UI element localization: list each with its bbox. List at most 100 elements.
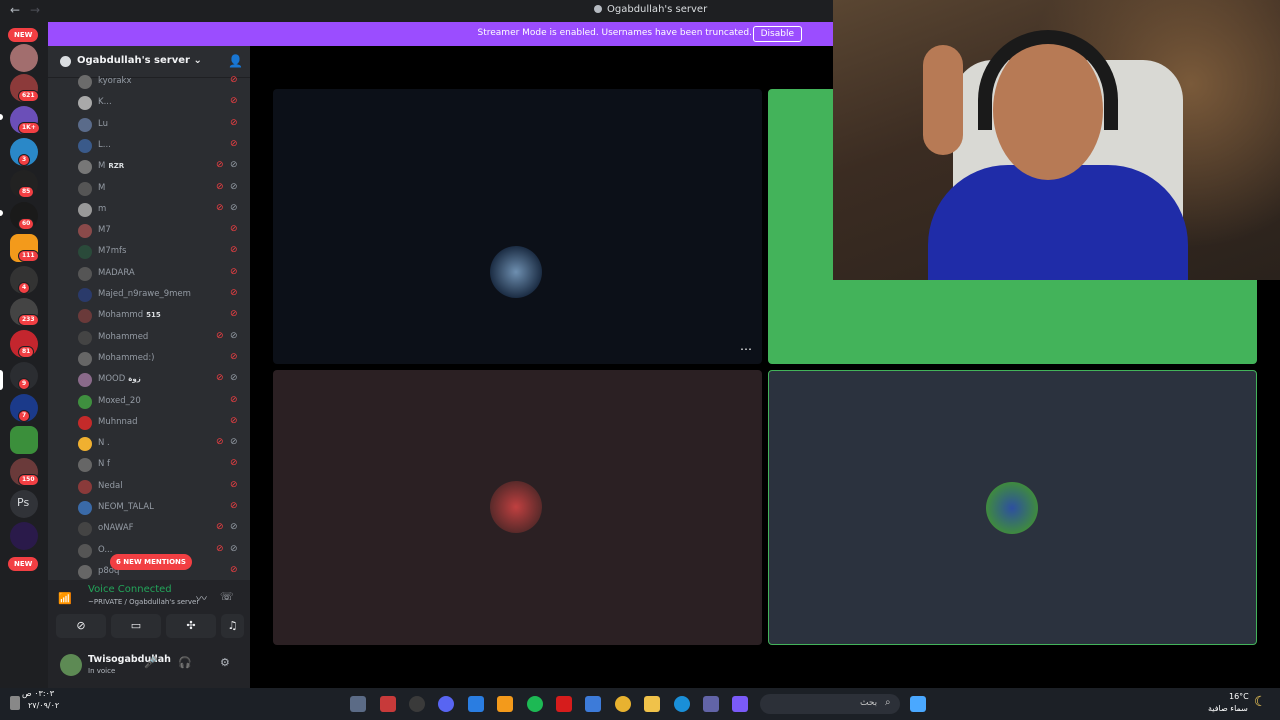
- voice-member-row[interactable]: Muhnnad ⊘: [76, 413, 244, 433]
- edge-icon[interactable]: [674, 696, 690, 712]
- voice-member-row[interactable]: Majed_n9rawe_9mem ⊘: [76, 285, 244, 305]
- server-name[interactable]: Ogabdullah's server ⌄: [77, 55, 202, 66]
- new-mentions-pill[interactable]: 6 NEW MENTIONS: [110, 554, 192, 570]
- headphones-off-icon: ⊘: [230, 543, 238, 554]
- app-icon[interactable]: [409, 696, 425, 712]
- headphones-off-icon: ⊘: [230, 522, 238, 533]
- teams-icon[interactable]: [703, 696, 719, 712]
- weather-condition[interactable]: سماء صافية: [1208, 704, 1248, 713]
- member-name: NEOM_TALAL: [98, 502, 154, 512]
- app-icon[interactable]: [497, 696, 513, 712]
- camera-toggle-button[interactable]: ⊘: [56, 614, 106, 638]
- video-tile-speaking[interactable]: [768, 370, 1257, 645]
- voice-member-row[interactable]: Mohammed ⊘ ⊘: [76, 328, 244, 348]
- noise-suppression-icon[interactable]: 〰: [196, 590, 207, 606]
- unread-badge: 621: [18, 90, 39, 102]
- spotify-icon[interactable]: [527, 696, 543, 712]
- new-unreads-pill[interactable]: NEW: [8, 557, 39, 571]
- member-name: oNAWAF: [98, 523, 134, 534]
- avatar: [78, 96, 92, 111]
- avatar: [78, 138, 92, 153]
- server-icon[interactable]: [10, 426, 38, 454]
- voice-member-row[interactable]: oNAWAF ⊘ ⊘: [76, 519, 244, 539]
- participant-avatar: [986, 482, 1038, 534]
- voice-member-row[interactable]: m ⊘ ⊘: [76, 200, 244, 220]
- voice-member-row[interactable]: N f ⊘: [76, 455, 244, 475]
- weather-temperature[interactable]: 16°C: [1229, 692, 1249, 701]
- discord-icon[interactable]: [438, 696, 454, 712]
- member-name: N f: [98, 459, 111, 470]
- more-options-icon[interactable]: ⋯: [740, 342, 752, 356]
- raised-hand: [923, 45, 963, 155]
- app-icon[interactable]: [556, 696, 572, 712]
- muted-mic-icon: ⊘: [230, 351, 238, 362]
- microphone-icon[interactable]: 🎤: [144, 656, 158, 669]
- member-name: Mohammed:): [98, 352, 155, 363]
- file-explorer-icon[interactable]: [644, 696, 660, 712]
- avatar: [78, 564, 92, 579]
- server-icon[interactable]: [10, 44, 38, 72]
- start-icon[interactable]: [910, 696, 926, 712]
- headphones-icon[interactable]: 🎧: [178, 656, 192, 669]
- deafened-icon: ⊘: [216, 373, 224, 384]
- voice-member-row[interactable]: M7mfs ⊘: [76, 242, 244, 262]
- voice-member-row[interactable]: L... ⊘: [76, 136, 244, 156]
- moon-icon[interactable]: ☾: [1254, 694, 1267, 710]
- disconnect-icon[interactable]: ☏: [220, 590, 234, 603]
- voice-member-row[interactable]: NEOM_TALAL ⊘: [76, 498, 244, 518]
- server-icon[interactable]: [10, 522, 38, 550]
- voice-member-row[interactable]: M7 ⊘: [76, 221, 244, 241]
- voice-channel-path[interactable]: ~PRIVATE / Ogabdullah's server: [88, 598, 199, 606]
- voice-member-row[interactable]: kyorakx ⊘: [76, 72, 244, 92]
- back-arrow-icon[interactable]: ←: [10, 3, 20, 17]
- unread-badge: 150: [18, 474, 39, 486]
- avatar[interactable]: [60, 654, 82, 676]
- avatar: [78, 501, 92, 515]
- soundboard-button[interactable]: ♫: [221, 614, 244, 638]
- video-tile[interactable]: [273, 370, 762, 645]
- invite-people-icon[interactable]: 👤: [228, 54, 243, 68]
- voice-member-row[interactable]: Moxed_20 ⊘: [76, 392, 244, 412]
- unread-badge: 233: [18, 314, 39, 326]
- connection-signal-icon[interactable]: 📶: [58, 592, 72, 605]
- voice-member-row[interactable]: K... ⊘: [76, 93, 244, 113]
- voice-member-row[interactable]: M ⊘ ⊘: [76, 179, 244, 199]
- taskbar-search[interactable]: بحث ⌕: [760, 694, 900, 714]
- widgets-icon[interactable]: [10, 696, 20, 710]
- voice-member-row[interactable]: Mohammed:) ⊘: [76, 349, 244, 369]
- voice-member-row[interactable]: Nedal ⊘: [76, 477, 244, 497]
- member-name: kyorakx: [98, 76, 132, 86]
- clock-date[interactable]: ٢٧/٠٩/٠٢: [28, 701, 59, 710]
- new-unreads-pill[interactable]: NEW: [8, 28, 39, 42]
- avatar: [78, 160, 92, 175]
- voice-member-row[interactable]: MOOD زوة ⊘ ⊘: [76, 370, 244, 390]
- voice-member-row[interactable]: N . ⊘ ⊘: [76, 434, 244, 454]
- clock-time[interactable]: ٠٣:٠٣ ص: [22, 689, 54, 698]
- store-icon[interactable]: [585, 696, 601, 712]
- voice-member-row[interactable]: Mohammd 515 ⊘: [76, 306, 244, 326]
- member-name: M: [98, 182, 106, 193]
- video-tile[interactable]: ⋯: [273, 89, 762, 364]
- app-icon[interactable]: [350, 696, 366, 712]
- deafened-icon: ⊘: [216, 437, 224, 448]
- activities-button[interactable]: ✣: [166, 614, 216, 638]
- avatar: [78, 330, 92, 345]
- voice-connected-label[interactable]: Voice Connected: [88, 584, 172, 595]
- voice-member-row[interactable]: M RZR ⊘ ⊘: [76, 157, 244, 177]
- app-icon[interactable]: [732, 696, 748, 712]
- settings-gear-icon[interactable]: ⚙: [220, 656, 230, 669]
- username[interactable]: Twisogabdullah: [88, 654, 171, 665]
- voice-member-row[interactable]: MADARA ⊘: [76, 264, 244, 284]
- forward-arrow-icon[interactable]: →: [30, 3, 40, 17]
- app-icon[interactable]: [468, 696, 484, 712]
- chrome-icon[interactable]: [615, 696, 631, 712]
- windows-taskbar: ٠٣:٠٣ ص ٢٧/٠٩/٠٢ بحث ⌕ 16°C سماء صافية ☾: [0, 688, 1280, 720]
- member-name: MOOD زوة: [98, 374, 141, 385]
- disable-streamer-mode-button[interactable]: Disable: [752, 26, 802, 42]
- server-icon: [594, 5, 602, 13]
- app-icon[interactable]: [380, 696, 396, 712]
- screen-share-button[interactable]: ▭: [111, 614, 161, 638]
- voice-member-row[interactable]: Lu ⊘: [76, 115, 244, 135]
- headphones-off-icon: ⊘: [230, 202, 238, 213]
- streamer-body: [928, 165, 1188, 280]
